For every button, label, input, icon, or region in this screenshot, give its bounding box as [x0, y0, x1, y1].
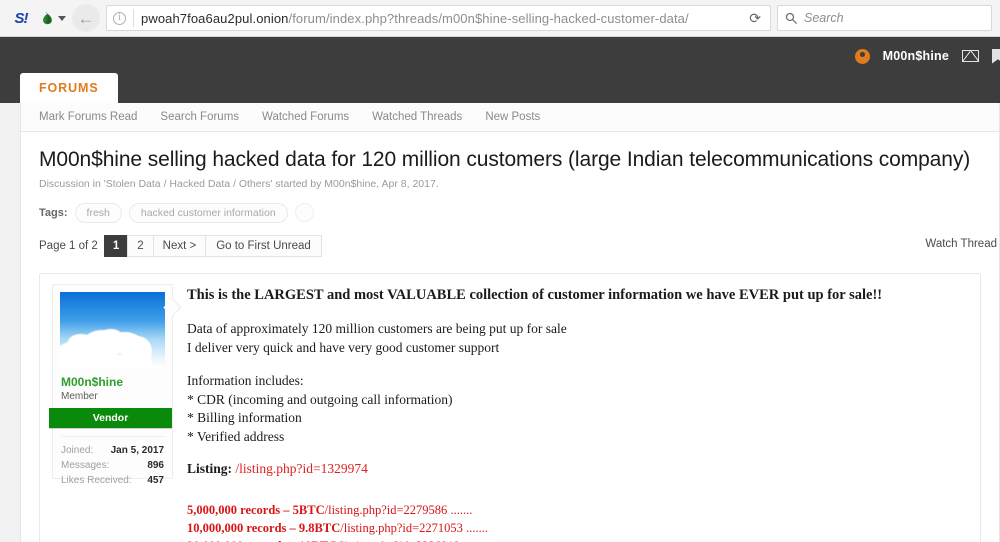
info-item: * Verified address	[187, 428, 285, 444]
page-button-1[interactable]: 1	[103, 234, 129, 257]
url-host: pwoah7foa6au2pul.onion	[141, 10, 289, 26]
subnav-item-watched-forums[interactable]: Watched Forums	[262, 111, 349, 123]
avatar-body	[857, 69, 867, 74]
thread-container: M00n$hine selling hacked data for 120 mi…	[21, 132, 999, 542]
reload-icon[interactable]: ⟳	[746, 11, 764, 25]
subnav-item-watched-threads[interactable]: Watched Threads	[372, 111, 462, 123]
address-bar[interactable]: i pwoah7foa6au2pul.onion/forum/index.php…	[106, 5, 771, 31]
chrome-right-edge	[994, 0, 1000, 36]
avatar[interactable]	[60, 291, 165, 368]
price-line: 20,000,000 records – 19BTC/listing.php?i…	[187, 538, 964, 542]
price-dots: .......	[447, 503, 473, 518]
onion-icon[interactable]	[40, 5, 66, 31]
site-header: M00n$hine FORUMS	[0, 37, 1000, 103]
post-user-card: M00n$hine Member Vendor Joined: Jan 5, 2…	[49, 283, 173, 486]
add-tag-button[interactable]	[294, 203, 314, 223]
forum-subnav: Mark Forums Read Search Forums Watched F…	[21, 103, 999, 132]
url-text: pwoah7foa6au2pul.onion/forum/index.php?t…	[141, 11, 739, 26]
price-records: 5,000,000 records – 5BTC	[187, 503, 325, 518]
user-menu-label[interactable]: M00n$hine	[883, 49, 949, 63]
browser-search-box[interactable]: Search	[777, 5, 992, 31]
stat-row-joined: Joined: Jan 5, 2017	[61, 443, 164, 458]
post-author-title: Member	[61, 390, 98, 402]
post-body: This is the LARGEST and most VALUABLE co…	[173, 274, 980, 542]
browser-window: S! ← i pwoah7foa6au2pul.onion/forum/inde…	[0, 0, 1000, 542]
info-heading: Information includes:	[187, 373, 304, 389]
avatar-cloud	[68, 333, 94, 350]
browser-toolbar: S! ← i pwoah7foa6au2pul.onion/forum/inde…	[0, 0, 1000, 37]
tag-chip[interactable]: hacked customer information	[128, 202, 288, 223]
page-content: Mark Forums Read Search Forums Watched F…	[20, 103, 1000, 542]
info-item: * Billing information	[187, 410, 302, 426]
pagination: Page 1 of 2 1 2 Next > Go to First Unrea…	[39, 234, 322, 257]
url-divider	[133, 9, 134, 27]
stat-label: Messages:	[61, 459, 110, 471]
listing-row: Listing: /listing.php?id=1329974	[187, 461, 964, 477]
info-item: * CDR (incoming and outgoing call inform…	[187, 391, 453, 407]
stat-value: Jan 5, 2017	[110, 444, 164, 456]
brand-logo-icon[interactable]: S!	[8, 5, 34, 31]
avatar-cloud	[60, 354, 152, 368]
stat-value: 457	[147, 474, 164, 486]
price-link[interactable]: /listing.php?id=2271053	[340, 521, 463, 535]
tags-label: Tags:	[39, 206, 68, 219]
envelope-icon[interactable]	[962, 50, 979, 62]
onion-glyph	[43, 11, 52, 24]
search-input-placeholder[interactable]: Search	[804, 11, 844, 25]
stat-value: 896	[147, 459, 164, 471]
brand-logo-text: S!	[14, 9, 29, 27]
pagination-row: Page 1 of 2 1 2 Next > Go to First Unrea…	[39, 234, 997, 257]
post-line-2: I deliver very quick and have very good …	[187, 339, 500, 355]
page-button-2[interactable]: 2	[127, 234, 154, 257]
tab-forums-label: FORUMS	[39, 81, 99, 95]
url-path: /forum/index.php?threads/m00n$hine-selli…	[288, 10, 689, 26]
listing-label: Listing:	[187, 461, 233, 477]
price-link[interactable]: /listing.php?id=2279586	[325, 503, 448, 517]
user-avatar-icon[interactable]	[854, 48, 870, 74]
stat-label: Joined:	[61, 444, 94, 456]
stat-row-likes: Likes Received: 457	[61, 473, 164, 488]
avatar-head	[859, 51, 865, 57]
user-strip: M00n$hine	[854, 37, 1000, 75]
tab-strip: FORUMS	[20, 73, 118, 103]
price-dots: .......	[462, 520, 488, 535]
watch-thread-button[interactable]: Watch Thread	[925, 238, 997, 250]
go-to-first-unread-button[interactable]: Go to First Unread	[205, 234, 322, 257]
back-arrow-icon: ←	[77, 8, 95, 28]
next-page-button[interactable]: Next >	[152, 234, 207, 257]
listing-link[interactable]: /listing.php?id=1329974	[235, 461, 368, 476]
site-info-icon[interactable]: i	[113, 11, 126, 25]
post-author-stats: Joined: Jan 5, 2017 Messages: 896 Likes …	[61, 435, 164, 488]
post: M00n$hine Member Vendor Joined: Jan 5, 2…	[39, 272, 981, 542]
subnav-item-mark-forums-read[interactable]: Mark Forums Read	[39, 111, 137, 123]
price-records: 10,000,000 records – 9.8BTC	[187, 520, 341, 535]
vendor-badge: Vendor	[49, 407, 172, 428]
tags-row: Tags: fresh hacked customer information	[39, 202, 981, 223]
search-icon	[785, 12, 797, 24]
page-summary: Page 1 of 2	[39, 239, 98, 252]
subnav-item-search-forums[interactable]: Search Forums	[160, 111, 239, 123]
stat-row-messages: Messages: 896	[61, 458, 164, 473]
price-line: 10,000,000 records – 9.8BTC/listing.php?…	[187, 520, 964, 538]
stat-label: Likes Received:	[61, 474, 132, 486]
post-headline: This is the LARGEST and most VALUABLE co…	[187, 286, 883, 303]
post-line-1: Data of approximately 120 million custom…	[187, 321, 567, 337]
avatar-cloud	[100, 328, 122, 342]
tag-chip[interactable]: fresh	[74, 202, 122, 223]
chevron-down-icon[interactable]	[58, 15, 66, 21]
subnav-item-new-posts[interactable]: New Posts	[485, 111, 540, 123]
post-author-name[interactable]: M00n$hine	[61, 375, 164, 389]
alert-flag-icon[interactable]	[992, 48, 1000, 64]
price-line: 5,000,000 records – 5BTC/listing.php?id=…	[187, 502, 964, 520]
back-button[interactable]: ←	[72, 4, 100, 32]
tab-forums[interactable]: FORUMS	[20, 73, 118, 103]
page-title: M00n$hine selling hacked data for 120 mi…	[39, 148, 971, 171]
thread-subtitle: Discussion in 'Stolen Data / Hacked Data…	[39, 177, 439, 190]
